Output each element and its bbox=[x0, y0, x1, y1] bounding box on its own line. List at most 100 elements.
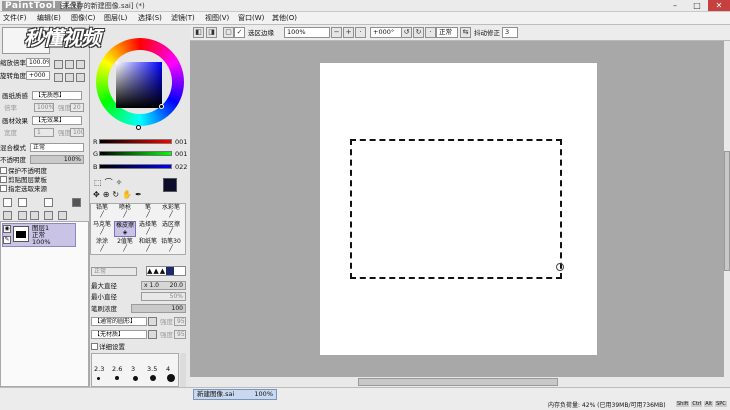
tool-marker[interactable]: 马克笔 ╱ bbox=[91, 221, 113, 237]
brush-edge-selector[interactable]: ▲▲▲■ bbox=[146, 266, 186, 276]
density-slider[interactable]: 100 bbox=[131, 304, 186, 313]
merge-down-icon[interactable] bbox=[18, 211, 27, 220]
rotate-reset-btn[interactable] bbox=[76, 73, 85, 82]
g-slider[interactable] bbox=[99, 151, 172, 156]
zoom-out-btn[interactable] bbox=[54, 60, 63, 69]
zoom-field[interactable]: 100% bbox=[284, 27, 330, 38]
menu-layer[interactable]: 图层(L) bbox=[104, 13, 127, 24]
nav-rotate-field[interactable]: +000 bbox=[26, 71, 50, 80]
stabilizer-select[interactable]: 3 bbox=[502, 27, 518, 38]
hue-cursor[interactable] bbox=[136, 125, 141, 130]
paper-scale-field[interactable]: 100% bbox=[34, 103, 54, 112]
size-preset[interactable]: 3.5 bbox=[147, 365, 157, 373]
menu-view[interactable]: 视图(V) bbox=[205, 13, 229, 24]
zoom-reset-btn[interactable] bbox=[76, 60, 85, 69]
magic-wand-icon[interactable]: ✧ bbox=[116, 178, 126, 187]
presets-scrollbar[interactable] bbox=[180, 353, 186, 387]
brush-shape-dropdown[interactable] bbox=[148, 317, 157, 326]
mask-layer-icon[interactable] bbox=[72, 198, 81, 207]
zoom-in-icon[interactable]: + bbox=[343, 27, 354, 38]
nav-zoom-field[interactable]: 100.0% bbox=[26, 58, 50, 67]
vertical-scrollbar[interactable] bbox=[724, 41, 730, 387]
eye-icon[interactable]: ◉ bbox=[3, 225, 11, 233]
size-preset[interactable]: 2.6 bbox=[112, 365, 122, 373]
zoom-out-icon[interactable]: − bbox=[331, 27, 342, 38]
r-slider[interactable] bbox=[99, 139, 172, 144]
rotate-left-btn[interactable] bbox=[54, 73, 63, 82]
eyedropper-icon[interactable]: ✒ bbox=[135, 190, 145, 199]
rect-select-icon[interactable]: ⬚ bbox=[94, 178, 105, 187]
menu-other[interactable]: 其他(O) bbox=[272, 13, 297, 24]
opacity-slider[interactable]: 100% bbox=[30, 155, 84, 164]
zoom-fit-icon[interactable]: · bbox=[355, 27, 366, 38]
min-size-slider[interactable]: 50% bbox=[141, 292, 186, 301]
tool-smudge[interactable]: 涂涂 ╱ bbox=[91, 238, 113, 254]
max-size-slider[interactable]: x 1.0 20.0 bbox=[141, 281, 186, 290]
zoom-tool-icon[interactable]: ⊕ bbox=[103, 190, 113, 199]
size-preset[interactable]: 4 bbox=[166, 365, 170, 373]
blend-mode-select[interactable]: 正常 bbox=[30, 143, 84, 152]
tool-deselect-pen[interactable]: 选区擦 ╱ bbox=[160, 221, 182, 237]
document-tab[interactable]: 新建图像.sai 100% bbox=[193, 389, 277, 400]
size-dot[interactable] bbox=[150, 375, 156, 381]
rotate-left-icon[interactable]: ↺ bbox=[401, 27, 412, 38]
clip-group-checkbox[interactable] bbox=[0, 176, 7, 183]
preserve-opacity-checkbox[interactable] bbox=[0, 167, 7, 174]
b-slider[interactable] bbox=[99, 164, 172, 169]
paper-effect-select[interactable]: 【无效果】 bbox=[32, 116, 82, 125]
tool-washi[interactable]: 和纸笔 ╱ bbox=[137, 238, 159, 254]
texture-strength-field[interactable]: 95 bbox=[174, 330, 186, 339]
effect-strength-field[interactable]: 100 bbox=[70, 128, 84, 137]
shape-strength-field[interactable]: 95 bbox=[174, 317, 186, 326]
flip-icon[interactable]: ⇆ bbox=[460, 27, 471, 38]
size-dot[interactable] bbox=[167, 374, 175, 382]
tool-brush[interactable]: 笔 ╱ bbox=[137, 204, 159, 220]
minimize-button[interactable]: – bbox=[664, 0, 686, 11]
undo-icon[interactable]: ◧ bbox=[193, 27, 204, 38]
tool-pencil[interactable]: 铅笔 ╱ bbox=[91, 204, 113, 220]
tool-select-pen[interactable]: 选择笔 ╱ bbox=[137, 221, 159, 237]
delete-layer-icon[interactable] bbox=[44, 211, 53, 220]
rotate-right-icon[interactable]: ↻ bbox=[413, 27, 424, 38]
menu-filter[interactable]: 滤镜(T) bbox=[171, 13, 195, 24]
redo-icon[interactable]: ◨ bbox=[206, 27, 217, 38]
transfer-down-icon[interactable] bbox=[3, 211, 12, 220]
view-mode-select[interactable]: 正常 bbox=[436, 27, 458, 38]
new-folder-icon[interactable] bbox=[18, 198, 27, 207]
close-button[interactable]: ✕ bbox=[708, 0, 730, 11]
tool-pencil-30[interactable]: 铅笔30 ╱ bbox=[160, 238, 182, 254]
lasso-icon[interactable]: ⌒ bbox=[105, 178, 116, 187]
maximize-button[interactable]: □ bbox=[686, 0, 708, 11]
menu-file[interactable]: 文件(F) bbox=[3, 13, 27, 24]
foreground-color-swatch[interactable] bbox=[163, 178, 177, 192]
brush-shape-select[interactable]: 【通常的圆形】 bbox=[91, 317, 147, 326]
selection-source-checkbox[interactable] bbox=[0, 185, 7, 192]
rotate-right-btn[interactable] bbox=[65, 73, 74, 82]
horizontal-scrollbar[interactable] bbox=[190, 377, 724, 387]
rotate-tool-icon[interactable]: ↻ bbox=[112, 190, 122, 199]
size-dot[interactable] bbox=[97, 377, 100, 380]
paper-texture-select[interactable]: 【无质感】 bbox=[32, 91, 82, 100]
paper-strength-field[interactable]: 20 bbox=[70, 103, 84, 112]
antialias-checkbox[interactable]: ✓ bbox=[234, 27, 245, 38]
menu-window[interactable]: 窗口(W) bbox=[238, 13, 264, 24]
move-icon[interactable]: ✥ bbox=[93, 190, 103, 199]
lock-layer-icon[interactable] bbox=[58, 211, 67, 220]
size-dot[interactable] bbox=[133, 376, 138, 381]
brush-texture-select[interactable]: 【无材质】 bbox=[91, 330, 147, 339]
deselect-icon[interactable]: ▢ bbox=[223, 27, 234, 38]
size-dot[interactable] bbox=[115, 376, 119, 380]
rotate-reset-icon[interactable]: · bbox=[425, 27, 436, 38]
size-preset[interactable]: 3 bbox=[131, 365, 135, 373]
tool-airbrush[interactable]: 喷枪 ╱ bbox=[114, 204, 136, 220]
effect-width-field[interactable]: 1 bbox=[34, 128, 54, 137]
tool-watercolor[interactable]: 水彩笔 ╱ bbox=[160, 204, 182, 220]
duplicate-layer-icon[interactable] bbox=[44, 198, 53, 207]
hand-icon[interactable]: ✋ bbox=[122, 190, 135, 199]
zoom-in-btn[interactable] bbox=[65, 60, 74, 69]
saturation-value-square[interactable] bbox=[116, 62, 162, 108]
brush-lock-icon[interactable]: ✎ bbox=[3, 236, 11, 244]
new-layer-icon[interactable] bbox=[3, 198, 12, 207]
menu-select[interactable]: 选择(S) bbox=[138, 13, 162, 24]
brush-mode-select[interactable]: 正常 bbox=[91, 267, 137, 276]
